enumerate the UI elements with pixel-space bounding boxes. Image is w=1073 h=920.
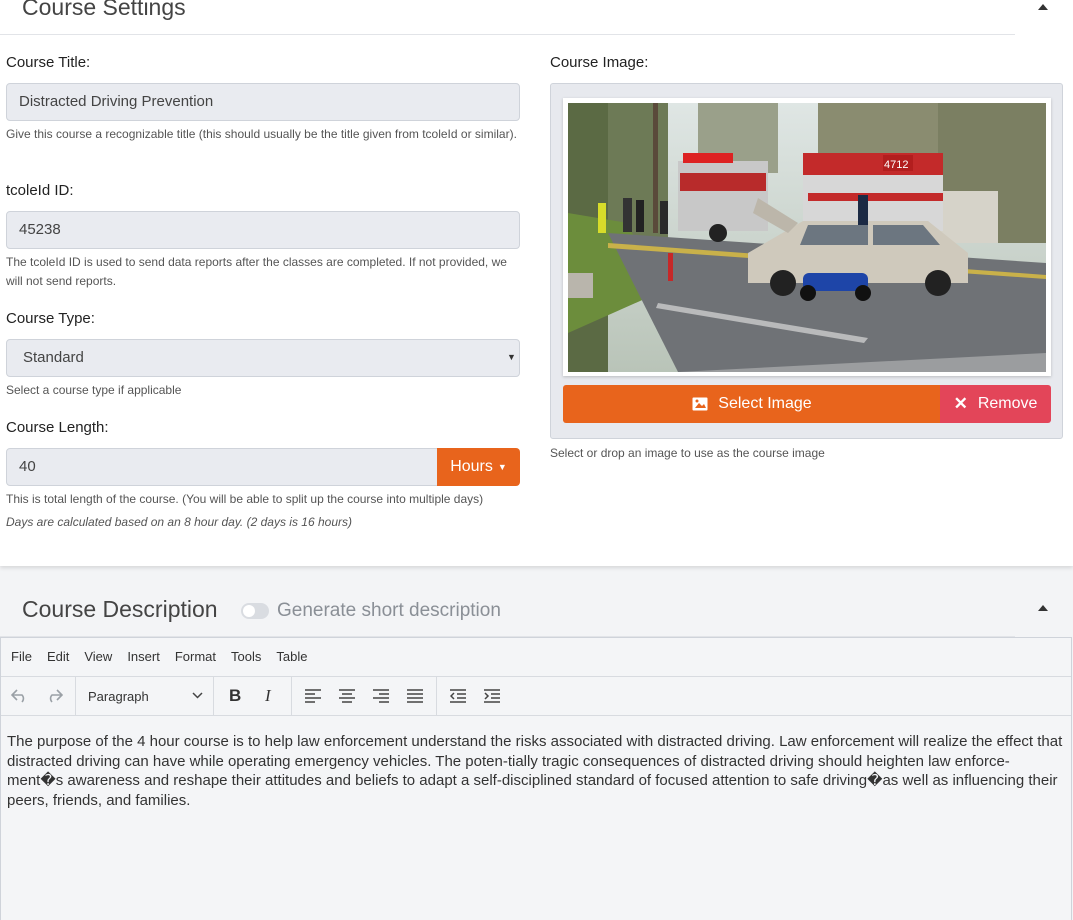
menu-table[interactable]: Table <box>276 649 307 664</box>
select-image-label: Select Image <box>718 395 812 412</box>
editor-menubar: File Edit View Insert Format Tools Table <box>11 649 307 664</box>
image-icon <box>692 397 708 411</box>
menu-format[interactable]: Format <box>175 649 216 664</box>
indent-icon[interactable] <box>484 689 500 703</box>
menu-insert[interactable]: Insert <box>127 649 160 664</box>
toolbar-separator <box>291 677 292 715</box>
settings-divider <box>0 34 1015 35</box>
undo-icon[interactable] <box>8 684 32 708</box>
course-title-input[interactable]: Distracted Driving Prevention <box>6 83 520 121</box>
block-format-chevron-icon <box>192 692 203 699</box>
course-image-label: Course Image: <box>550 54 649 71</box>
caret-down-icon: ▼ <box>497 462 507 472</box>
toggle-knob <box>243 605 255 617</box>
menu-tools[interactable]: Tools <box>231 649 261 664</box>
short-description-toggle[interactable] <box>241 603 269 619</box>
menu-file[interactable]: File <box>11 649 32 664</box>
remove-image-label: Remove <box>977 395 1038 412</box>
toolbar-separator <box>75 677 76 715</box>
block-format-select[interactable]: Paragraph <box>88 689 149 704</box>
tcole-id-label: tcoleId ID: <box>6 182 74 199</box>
menu-view[interactable]: View <box>84 649 112 664</box>
course-type-help: Select a course type if applicable <box>6 383 182 397</box>
course-type-label: Course Type: <box>6 310 95 327</box>
redo-icon[interactable] <box>42 684 66 708</box>
toolbar-separator <box>436 677 437 715</box>
length-unit-dropdown[interactable]: Hours ▼ <box>437 448 520 486</box>
align-justify-icon[interactable] <box>407 689 423 703</box>
course-length-input[interactable]: 40 <box>6 448 438 486</box>
course-type-value: Standard <box>23 349 84 366</box>
course-image-frame: 4712 <box>563 98 1051 376</box>
menubar-divider <box>1 676 1071 677</box>
select-arrow-icon: ▼ <box>507 352 516 362</box>
description-content[interactable]: The purpose of the 4 hour course is to h… <box>7 732 1065 810</box>
course-length-help: This is total length of the course. (You… <box>6 492 484 506</box>
course-length-note: Days are calculated based on an 8 hour d… <box>6 515 352 529</box>
truck-number: 4712 <box>884 159 908 171</box>
collapse-description-icon[interactable] <box>1038 605 1048 611</box>
align-center-icon[interactable] <box>339 689 355 703</box>
tcole-id-help: The tcoleId ID is used to send data repo… <box>6 255 507 288</box>
length-unit-label: Hours <box>450 458 493 475</box>
remove-image-button[interactable]: ✕ Remove <box>940 385 1051 423</box>
course-title-help: Give this course a recognizable title (t… <box>6 127 517 141</box>
course-type-select[interactable]: Standard <box>6 339 520 377</box>
course-length-label: Course Length: <box>6 419 109 436</box>
course-title-label: Course Title: <box>6 54 91 71</box>
italic-icon[interactable]: I <box>265 686 271 706</box>
select-image-button[interactable]: Select Image <box>563 385 941 423</box>
settings-title: Course Settings <box>22 0 186 20</box>
description-title: Course Description <box>22 596 218 622</box>
close-icon: ✕ <box>953 394 968 413</box>
bold-icon[interactable]: B <box>229 686 241 706</box>
tcole-id-input[interactable]: 45238 <box>6 211 520 249</box>
align-left-icon[interactable] <box>305 689 321 703</box>
toolbar-divider <box>1 715 1071 716</box>
course-image: 4712 <box>568 103 1046 372</box>
toolbar-separator <box>213 677 214 715</box>
collapse-settings-icon[interactable] <box>1038 4 1048 10</box>
course-image-help: Select or drop an image to use as the co… <box>550 446 825 460</box>
align-right-icon[interactable] <box>373 689 389 703</box>
menu-edit[interactable]: Edit <box>47 649 69 664</box>
short-description-label: Generate short description <box>277 600 501 621</box>
outdent-icon[interactable] <box>450 689 466 703</box>
